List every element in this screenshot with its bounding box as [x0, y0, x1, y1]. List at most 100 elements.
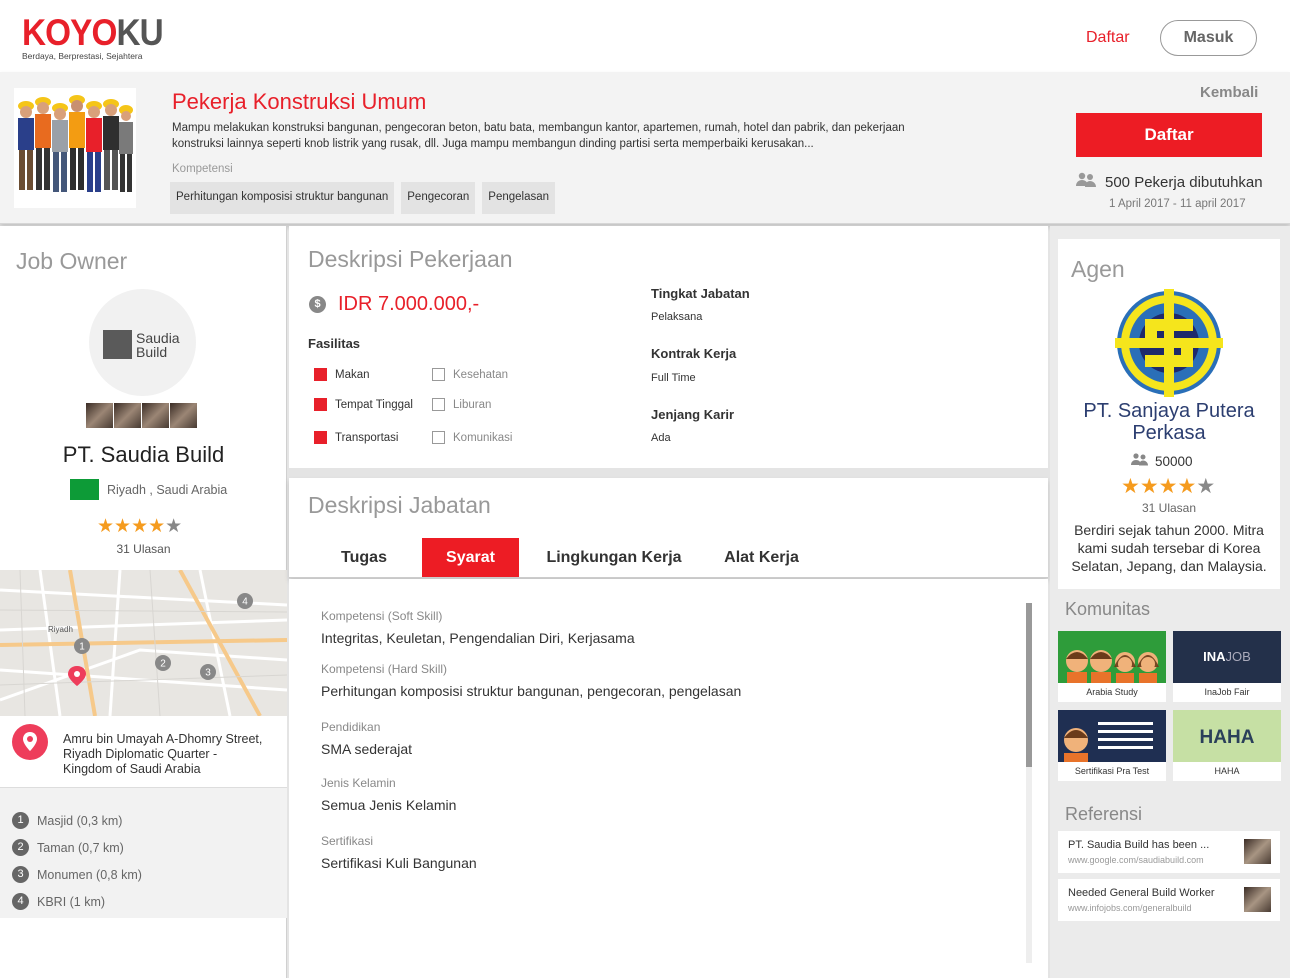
position-description-title: Deskripsi Jabatan: [308, 492, 491, 518]
requirement-key: Jenis Kelamin: [321, 776, 396, 790]
gallery-thumb[interactable]: [142, 403, 169, 428]
nearby-item[interactable]: 1 Masjid (0,3 km): [0, 807, 287, 834]
facility-liburan: Liburan: [432, 398, 491, 411]
community-sertifikasi[interactable]: Sertifikasi Pra Test: [1058, 710, 1166, 781]
requirements-scrollbar[interactable]: [1026, 603, 1032, 963]
requirement-key: Kompetensi (Soft Skill): [321, 609, 443, 623]
gallery-thumb[interactable]: [170, 403, 197, 428]
competence-label: Kompetensi: [172, 163, 233, 175]
nearby-number: 2: [12, 839, 29, 856]
job-owner-title: Job Owner: [16, 248, 128, 274]
salary: $ IDR 7.000.000,-: [309, 293, 479, 316]
location-map[interactable]: Riyadh 1 2 3 4: [0, 570, 287, 716]
level-value: Pelaksana: [651, 311, 703, 323]
login-button[interactable]: Masuk: [1160, 20, 1257, 56]
nearby-number: 4: [12, 893, 29, 910]
job-description: Mampu melakukan konstruksi bangunan, pen…: [172, 122, 905, 150]
competence-chip: Pengecoran: [401, 182, 476, 214]
job-header: Pekerja Konstruksi Umum Mampu melakukan …: [0, 72, 1290, 224]
nearby-item[interactable]: 3 Monumen (0,8 km): [0, 861, 287, 888]
job-description-title: Deskripsi Pekerjaan: [308, 246, 513, 272]
facility-label: Tempat Tinggal: [335, 398, 413, 411]
gallery-thumb[interactable]: [114, 403, 141, 428]
facility-tempat-tinggal: Tempat Tinggal: [314, 398, 413, 411]
requirement-key: Sertifikasi: [321, 834, 374, 848]
checked-box: [314, 398, 327, 411]
nearby-item[interactable]: 2 Taman (0,7 km): [0, 834, 287, 861]
requirement-value: SMA sederajat: [321, 741, 413, 757]
references-title: Referensi: [1065, 804, 1143, 824]
address-line: Amru bin Umayah A-Dhomry Street,: [63, 732, 263, 746]
owner-reviews[interactable]: 31 Ulasan: [0, 542, 287, 556]
requirement-value: Semua Jenis Kelamin: [321, 797, 457, 813]
koyoku-logo[interactable]: KOYOKU: [22, 14, 164, 51]
level-label: Tingkat Jabatan: [651, 286, 750, 301]
job-owner-panel: Job Owner Saudia Build PT. Saudia Build …: [0, 226, 287, 978]
community-haha[interactable]: HAHA HAHA: [1173, 710, 1281, 781]
gallery-thumb[interactable]: [86, 403, 113, 428]
owner-name[interactable]: PT. Saudia Build: [0, 442, 287, 468]
requirement-item: Jenis Kelamin Semua Jenis Kelamin: [321, 776, 456, 813]
reference-item[interactable]: PT. Saudia Build has been ... www.google…: [1058, 831, 1280, 873]
logo-tagline: Berdaya, Berprestasi, Sejahtera: [22, 51, 143, 61]
agent-logo[interactable]: [1115, 289, 1223, 402]
svg-text:3: 3: [205, 668, 211, 679]
facility-label: Transportasi: [335, 431, 399, 444]
scrollbar-thumb[interactable]: [1026, 603, 1032, 767]
unchecked-box: [432, 431, 445, 444]
map-city-label: Riyadh: [48, 625, 73, 634]
community-arabia-study[interactable]: Arabia Study: [1058, 631, 1166, 702]
facility-komunikasi: Komunikasi: [432, 431, 512, 444]
community-label: Arabia Study: [1086, 687, 1138, 697]
agent-title: Agen: [1071, 256, 1125, 282]
tab-alat-kerja[interactable]: Alat Kerja: [719, 538, 804, 577]
reference-item[interactable]: Needed General Build Worker www.infojobs…: [1058, 879, 1280, 921]
nearby-item[interactable]: 4 KBRI (1 km): [0, 888, 287, 915]
owner-gallery: [86, 403, 198, 428]
agent-name[interactable]: PT. Sanjaya Putera Perkasa: [1058, 400, 1280, 444]
reference-thumbnail: [1244, 887, 1271, 912]
agent-description: Berdiri sejak tahun 2000. Mitra kami sud…: [1071, 522, 1267, 574]
back-link[interactable]: Kembali: [1200, 84, 1258, 101]
requirement-item: Pendidikan SMA sederajat: [321, 720, 412, 757]
requirement-item: Kompetensi (Soft Skill) Integritas, Keule…: [321, 609, 635, 646]
svg-text:1: 1: [79, 642, 85, 653]
tab-syarat[interactable]: Syarat: [422, 538, 519, 577]
people-icon: [1076, 172, 1097, 192]
facility-makan: Makan: [314, 368, 370, 381]
nearby-number: 1: [12, 812, 29, 829]
reference-title: PT. Saudia Build has been ...: [1068, 839, 1210, 851]
apply-button[interactable]: Daftar: [1076, 113, 1262, 157]
tab-tugas[interactable]: Tugas: [329, 538, 399, 577]
requirement-value: Perhitungan komposisi struktur bangunan,…: [321, 683, 742, 699]
checked-box: [314, 431, 327, 444]
nearby-label: Masjid (0,3 km): [37, 813, 123, 828]
agent-card: Agen PT. Sanjaya Putera Perkasa 50000 ★★…: [1058, 239, 1280, 589]
inajob-logo: INAJOB: [1173, 631, 1281, 683]
unchecked-box: [432, 398, 445, 411]
nearby-label: KBRI (1 km): [37, 894, 106, 909]
community-label: Sertifikasi Pra Test: [1074, 766, 1150, 776]
reference-thumbnail: [1244, 839, 1271, 864]
haha-logo: HAHA: [1173, 710, 1281, 762]
community-title: Komunitas: [1065, 599, 1151, 619]
community-inajob-fair[interactable]: INAJOB InaJob Fair: [1173, 631, 1281, 702]
owner-logo[interactable]: Saudia Build: [89, 289, 196, 396]
tab-lingkungan-kerja[interactable]: Lingkungan Kerja: [541, 538, 687, 577]
career-value: Ada: [651, 432, 671, 444]
nearby-label: Taman (0,7 km): [37, 840, 124, 855]
competence-chip: Pengelasan: [482, 182, 556, 214]
career-label: Jenjang Karir: [651, 407, 735, 422]
saudi-flag-icon: [70, 479, 99, 500]
address-line: Riyadh Diplomatic Quarter -: [63, 747, 218, 761]
checked-box: [314, 368, 327, 381]
agent-rating-stars: ★★★★★: [1121, 475, 1216, 498]
competence-chip: Perhitungan komposisi struktur bangunan: [170, 182, 395, 214]
agent-reviews[interactable]: 31 Ulasan: [1058, 501, 1280, 515]
requirements-content: Kompetensi (Soft Skill) Integritas, Keule…: [289, 579, 1048, 978]
workers-needed: 500 Pekerja dibutuhkan: [1076, 172, 1263, 192]
community-label: HAHA: [1214, 766, 1240, 776]
facility-label: Kesehatan: [453, 368, 508, 381]
svg-text:2: 2: [160, 659, 166, 670]
register-link[interactable]: Daftar: [1086, 29, 1130, 47]
